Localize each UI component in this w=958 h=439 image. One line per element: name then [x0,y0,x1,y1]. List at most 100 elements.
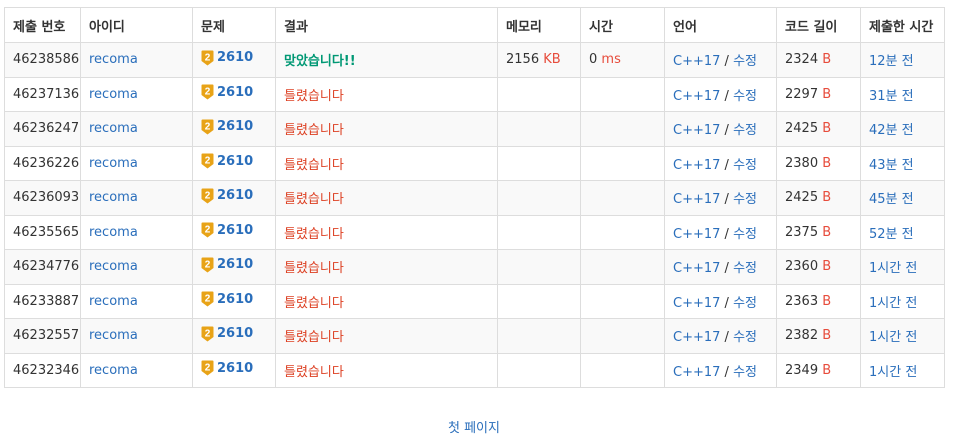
edit-link[interactable]: 수정 [733,296,757,311]
code-length-unit: B [822,52,832,68]
problem-cell: 2 2610 [192,180,276,216]
col-header-submitted-time: 제출한 시간 [860,7,945,43]
table-row: 46235565 recoma 2 2610 틀렸습니다 C++17 / 수정 … [4,214,945,250]
user-link[interactable]: recoma [89,225,138,240]
submitted-time-link[interactable]: 1시간 전 [869,296,917,311]
problem-link[interactable]: 2610 [217,154,253,169]
bronze-tier-icon: 2 [201,257,214,273]
language-link[interactable]: C++17 [673,261,720,276]
code-length-cell: 2375 B [776,214,861,250]
user-link[interactable]: recoma [89,156,138,171]
submitted-time-link[interactable]: 43분 전 [869,158,914,173]
edit-link[interactable]: 수정 [733,330,757,345]
submission-id: 46235565 [4,214,81,250]
problem-link[interactable]: 2610 [217,257,253,272]
memory-cell [497,249,581,285]
problem-link[interactable]: 2610 [217,50,253,65]
submitted-time-link[interactable]: 52분 전 [869,227,914,242]
edit-link[interactable]: 수정 [733,89,757,104]
submitted-time-link[interactable]: 1시간 전 [869,365,917,380]
svg-text:2: 2 [205,259,211,270]
svg-text:2: 2 [205,121,211,132]
user-cell: recoma [80,352,193,388]
submitted-time-link[interactable]: 31분 전 [869,89,914,104]
user-link[interactable]: recoma [89,259,138,274]
memory-cell: 2156 KB [497,42,581,78]
time-cell [580,283,665,319]
problem-cell: 2 2610 [192,283,276,319]
submitted-time-cell: 1시간 전 [860,318,945,354]
submission-id: 46238586 [4,42,81,78]
problem-cell: 2 2610 [192,111,276,147]
language-link[interactable]: C++17 [673,227,720,242]
language-link[interactable]: C++17 [673,330,720,345]
result-text: 맞았습니다!! [284,54,356,70]
submitted-time-cell: 45분 전 [860,180,945,216]
submission-id: 46232346 [4,352,81,388]
language-link[interactable]: C++17 [673,158,720,173]
bronze-tier-icon: 2 [201,291,214,307]
code-length-cell: 2363 B [776,283,861,319]
code-length-value: 2382 [785,328,819,344]
time-cell: 0 ms [580,42,665,78]
first-page-link[interactable]: 첫 페이지 [448,421,500,436]
code-length-value: 2363 [785,293,819,309]
result-text: 틀렸습니다 [284,192,344,208]
bronze-tier-icon: 2 [201,153,214,169]
submitted-time-cell: 42분 전 [860,111,945,147]
submitted-time-cell: 1시간 전 [860,352,945,388]
submitted-time-link[interactable]: 42분 전 [869,123,914,138]
bronze-tier-icon: 2 [201,360,214,376]
language-link[interactable]: C++17 [673,123,720,138]
user-link[interactable]: recoma [89,52,138,67]
problem-link[interactable]: 2610 [217,85,253,100]
language-link[interactable]: C++17 [673,54,720,69]
code-length-cell: 2380 B [776,145,861,181]
memory-cell [497,352,581,388]
memory-cell [497,214,581,250]
edit-link[interactable]: 수정 [733,54,757,69]
problem-link[interactable]: 2610 [217,119,253,134]
problem-link[interactable]: 2610 [217,292,253,307]
problem-link[interactable]: 2610 [217,188,253,203]
edit-link[interactable]: 수정 [733,365,757,380]
time-unit: ms [601,52,621,68]
col-header-problem: 문제 [192,7,276,43]
edit-link[interactable]: 수정 [733,123,757,138]
bronze-tier-icon: 2 [201,84,214,100]
submitted-time-link[interactable]: 45분 전 [869,192,914,207]
user-link[interactable]: recoma [89,328,138,343]
bronze-tier-icon: 2 [201,119,214,135]
submission-id: 46237136 [4,76,81,112]
submitted-time-link[interactable]: 1시간 전 [869,330,917,345]
edit-link[interactable]: 수정 [733,261,757,276]
submitted-time-cell: 52분 전 [860,214,945,250]
user-link[interactable]: recoma [89,87,138,102]
problem-link[interactable]: 2610 [217,326,253,341]
submission-id: 46236247 [4,111,81,147]
memory-cell [497,318,581,354]
problem-link[interactable]: 2610 [217,223,253,238]
language-link[interactable]: C++17 [673,365,720,380]
language-link[interactable]: C++17 [673,192,720,207]
user-link[interactable]: recoma [89,190,138,205]
problem-cell: 2 2610 [192,352,276,388]
language-separator: / [724,123,734,139]
problem-link[interactable]: 2610 [217,361,253,376]
memory-cell [497,283,581,319]
user-cell: recoma [80,111,193,147]
edit-link[interactable]: 수정 [733,158,757,173]
code-length-value: 2425 [785,190,819,206]
language-separator: / [724,88,734,104]
user-cell: recoma [80,249,193,285]
user-link[interactable]: recoma [89,294,138,309]
language-link[interactable]: C++17 [673,296,720,311]
result-cell: 틀렸습니다 [275,111,498,147]
edit-link[interactable]: 수정 [733,227,757,242]
user-link[interactable]: recoma [89,363,138,378]
language-link[interactable]: C++17 [673,89,720,104]
submitted-time-link[interactable]: 1시간 전 [869,261,917,276]
submitted-time-link[interactable]: 12분 전 [869,54,914,69]
user-link[interactable]: recoma [89,121,138,136]
edit-link[interactable]: 수정 [733,192,757,207]
